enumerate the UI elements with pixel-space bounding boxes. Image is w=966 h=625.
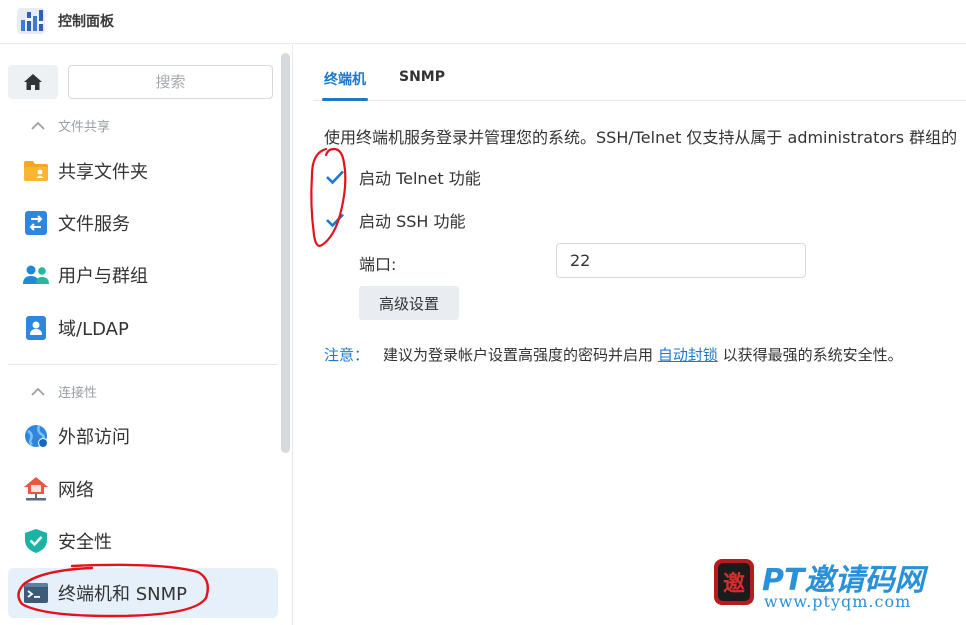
window-title: 控制面板 — [58, 14, 114, 30]
note-text-after: 以获得最强的系统安全性。 — [722, 346, 903, 364]
sidebar-item-label: 域/LDAP — [58, 319, 129, 340]
note-text: 建议为登录帐户设置高强度的密码并启用 — [383, 346, 654, 364]
watermark-seal-logo: 邀 — [714, 559, 754, 605]
sidebar-item-label: 共享文件夹 — [58, 162, 148, 183]
sidebar-item-shared-folder[interactable]: 共享文件夹 — [8, 146, 278, 196]
external-access-icon — [22, 422, 50, 450]
sidebar-item-external-access[interactable]: 外部访问 — [8, 411, 278, 461]
section-divider — [8, 364, 278, 365]
sidebar-item-label: 安全性 — [58, 532, 112, 553]
svg-text:邀: 邀 — [723, 572, 745, 597]
checkmark-icon — [326, 213, 344, 228]
advanced-settings-button[interactable]: 高级设置 — [359, 286, 459, 320]
sidebar-item-network[interactable]: 网络 — [8, 464, 278, 514]
port-label: 端口: — [359, 255, 397, 274]
section-header-file-sharing[interactable]: 文件共享 — [8, 105, 278, 145]
sidebar-item-label: 用户与群组 — [58, 266, 148, 287]
user-group-icon — [22, 261, 50, 289]
telnet-label: 启动 Telnet 功能 — [359, 169, 481, 188]
control-panel-app-icon — [17, 8, 45, 34]
telnet-option: 启动 Telnet 功能 — [324, 165, 481, 189]
tab-terminal[interactable]: 终端机 — [322, 69, 368, 101]
security-note: 注意： 建议为登录帐户设置高强度的密码并启用 自动封锁 以获得最强的系统安全性。 — [324, 344, 903, 365]
ssh-option: 启动 SSH 功能 — [324, 208, 466, 232]
domain-ldap-icon — [22, 314, 50, 342]
note-label: 注意： — [324, 346, 370, 364]
watermark: 邀 PT邀请码网 www.ptyqm.com — [712, 555, 962, 615]
ssh-checkbox[interactable] — [324, 209, 346, 231]
title-bar: 控制面板 — [0, 0, 966, 44]
home-button[interactable] — [8, 65, 58, 99]
terminal-icon — [22, 579, 50, 607]
home-icon — [24, 74, 42, 90]
sidebar-item-user-group[interactable]: 用户与群组 — [8, 250, 278, 300]
sidebar-item-security[interactable]: 安全性 — [8, 516, 278, 566]
sidebar-item-label: 外部访问 — [58, 427, 130, 448]
auto-block-link[interactable]: 自动封锁 — [658, 346, 718, 364]
ssh-label: 启动 SSH 功能 — [359, 212, 466, 231]
chevron-up-icon — [28, 121, 48, 130]
network-icon — [22, 475, 50, 503]
port-input[interactable] — [557, 244, 805, 277]
section-label: 连接性 — [58, 385, 98, 401]
section-header-connectivity[interactable]: 连接性 — [8, 371, 278, 411]
tab-bar: 终端机 SNMP — [313, 45, 966, 101]
search-input[interactable] — [69, 66, 272, 98]
terminal-description: 使用终端机服务登录并管理您的系统。SSH/Telnet 仅支持从属于 admin… — [324, 128, 958, 147]
search-box[interactable] — [68, 65, 273, 99]
port-field[interactable] — [556, 243, 806, 278]
telnet-checkbox[interactable] — [324, 166, 346, 188]
tab-snmp[interactable]: SNMP — [399, 69, 445, 85]
shared-folder-icon — [22, 157, 50, 185]
checkmark-icon — [326, 170, 344, 185]
chevron-up-icon — [28, 387, 48, 396]
file-services-icon — [22, 209, 50, 237]
sidebar-item-file-services[interactable]: 文件服务 — [8, 198, 278, 248]
sidebar-item-label: 网络 — [58, 480, 94, 501]
sidebar-scrollbar[interactable] — [281, 53, 290, 453]
sidebar-item-terminal-snmp[interactable]: 终端机和 SNMP — [8, 568, 278, 618]
watermark-url: www.ptyqm.com — [764, 592, 912, 611]
red-annotation-checkbox-circle — [310, 147, 347, 247]
section-label: 文件共享 — [58, 119, 111, 135]
sidebar-item-label: 终端机和 SNMP — [58, 584, 187, 605]
sidebar-item-label: 文件服务 — [58, 214, 130, 235]
sidebar-item-domain-ldap[interactable]: 域/LDAP — [8, 303, 278, 353]
security-shield-icon — [22, 527, 50, 555]
